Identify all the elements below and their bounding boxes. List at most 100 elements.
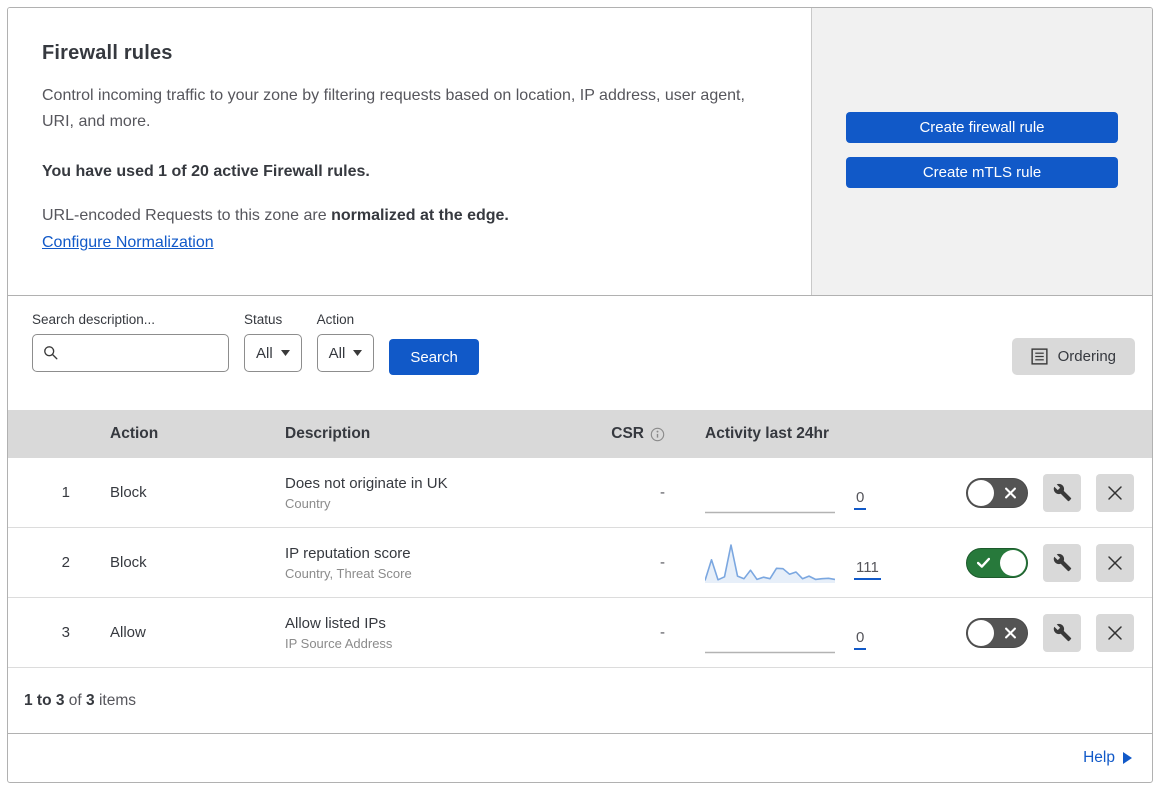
table-row: 1 Block Does not originate in UK Country…	[8, 458, 1152, 528]
description-column-header: Description	[285, 425, 371, 442]
actions-panel: Create firewall rule Create mTLS rule	[811, 8, 1152, 295]
help-link[interactable]: Help	[1083, 749, 1132, 767]
intro-section: Firewall rules Control incoming traffic …	[8, 8, 1152, 296]
rule-csr-value: -	[660, 624, 665, 641]
action-label: Action	[316, 312, 355, 327]
chevron-down-icon	[353, 350, 363, 356]
activity-count-link[interactable]: 0	[854, 629, 867, 650]
table-header: Action Description CSR Activity last 24h…	[8, 410, 1152, 458]
info-icon[interactable]	[650, 427, 665, 442]
action-selected-value: All	[328, 344, 346, 362]
close-icon	[1108, 555, 1122, 570]
rules-table-body: 1 Block Does not originate in UK Country…	[8, 458, 1152, 668]
toggle-knob	[968, 619, 994, 646]
activity-sparkline	[705, 651, 835, 653]
status-selected-value: All	[256, 344, 273, 362]
items-label: items	[98, 691, 137, 709]
help-link-label: Help	[1083, 749, 1115, 766]
firewall-rules-panel: Firewall rules Control incoming traffic …	[7, 7, 1153, 783]
activity-sparkline	[705, 511, 835, 513]
rule-controls	[921, 543, 1152, 582]
items-of-text: of	[68, 691, 82, 709]
action-select[interactable]: All	[316, 334, 375, 372]
rule-fields: Country	[285, 495, 331, 511]
rule-action: Block	[110, 484, 147, 501]
rule-fields: IP Source Address	[285, 635, 393, 651]
table-row: 3 Allow Allow listed IPs IP Source Addre…	[8, 598, 1152, 668]
usage-summary: You have used 1 of 20 active Firewall ru…	[42, 163, 370, 180]
status-filter-group: Status All	[244, 312, 302, 372]
search-input-box[interactable]	[32, 334, 229, 372]
normalization-prefix: URL-encoded Requests to this zone are	[42, 207, 327, 224]
create-firewall-rule-button[interactable]: Create firewall rule	[846, 112, 1118, 143]
action-column-header: Action	[110, 425, 159, 442]
rule-csr-value: -	[660, 554, 665, 571]
rule-activity-cell: 111	[671, 542, 921, 584]
help-bar: Help	[8, 734, 1152, 782]
rule-action: Allow	[110, 624, 146, 641]
intro-text-area: Firewall rules Control incoming traffic …	[8, 8, 811, 295]
check-icon	[977, 557, 990, 568]
rule-controls	[921, 473, 1152, 512]
rule-status-toggle[interactable]	[966, 477, 1028, 508]
toggle-knob	[1000, 549, 1026, 576]
x-icon	[1005, 487, 1016, 498]
rule-activity-cell: 0	[671, 472, 921, 514]
wrench-icon	[1053, 483, 1071, 502]
wrench-icon	[1053, 623, 1071, 642]
normalization-note: URL-encoded Requests to this zone are no…	[42, 207, 765, 225]
status-label: Status	[244, 312, 283, 327]
rule-csr-value: -	[660, 484, 665, 501]
x-icon	[1005, 627, 1016, 638]
close-icon	[1108, 625, 1122, 640]
table-row: 2 Block IP reputation score Country, Thr…	[8, 528, 1152, 598]
activity-count-link[interactable]: 111	[854, 559, 881, 580]
delete-rule-button[interactable]	[1096, 543, 1134, 582]
chevron-down-icon	[280, 350, 290, 356]
normalization-bold: normalized at the edge.	[331, 207, 509, 224]
rule-number: 1	[61, 484, 70, 501]
close-icon	[1108, 485, 1122, 500]
rule-action: Block	[110, 554, 147, 571]
edit-rule-button[interactable]	[1043, 613, 1081, 652]
search-button[interactable]: Search	[389, 339, 479, 375]
filter-bar: Search description... Status All Action	[8, 296, 1152, 410]
help-arrow-icon	[1123, 752, 1132, 764]
ordering-button[interactable]: Ordering	[1011, 338, 1135, 375]
wrench-icon	[1053, 553, 1071, 572]
rule-description: Allow listed IPs	[285, 614, 386, 632]
search-group: Search description...	[32, 312, 229, 372]
rule-status-toggle[interactable]	[966, 617, 1028, 648]
configure-normalization-link[interactable]: Configure Normalization	[42, 234, 214, 251]
status-select[interactable]: All	[244, 334, 302, 372]
rule-description: IP reputation score	[285, 544, 411, 562]
activity-count-link[interactable]: 0	[854, 489, 867, 510]
create-mtls-rule-button[interactable]: Create mTLS rule	[846, 157, 1118, 188]
delete-rule-button[interactable]	[1096, 613, 1134, 652]
rule-fields: Country, Threat Score	[285, 565, 412, 581]
delete-rule-button[interactable]	[1096, 473, 1134, 512]
toggle-knob	[968, 479, 994, 506]
items-total: 3	[86, 691, 95, 709]
action-filter-group: Action All	[316, 312, 375, 372]
rule-number: 3	[61, 624, 70, 641]
csr-header-label: CSR	[611, 425, 644, 442]
csr-column-header: CSR	[571, 425, 671, 443]
activity-column-header: Activity last 24hr	[705, 425, 830, 442]
items-count-bar: 1 to 3 of 3 items	[8, 668, 1152, 734]
page-title: Firewall rules	[42, 42, 173, 64]
intro-description: Control incoming traffic to your zone by…	[42, 87, 745, 130]
rule-status-toggle[interactable]	[966, 547, 1028, 578]
items-range: 1 to 3	[24, 691, 65, 709]
rule-number: 2	[61, 554, 70, 571]
rule-description-cell: Does not originate in UK Country	[271, 475, 571, 511]
search-icon	[44, 346, 58, 360]
rule-activity-cell: 0	[671, 612, 921, 654]
edit-rule-button[interactable]	[1043, 543, 1081, 582]
search-input[interactable]	[67, 343, 218, 363]
activity-sparkline	[705, 543, 835, 583]
rule-description-cell: Allow listed IPs IP Source Address	[271, 615, 571, 651]
rule-controls	[921, 613, 1152, 652]
search-label: Search description...	[32, 312, 156, 327]
edit-rule-button[interactable]	[1043, 473, 1081, 512]
